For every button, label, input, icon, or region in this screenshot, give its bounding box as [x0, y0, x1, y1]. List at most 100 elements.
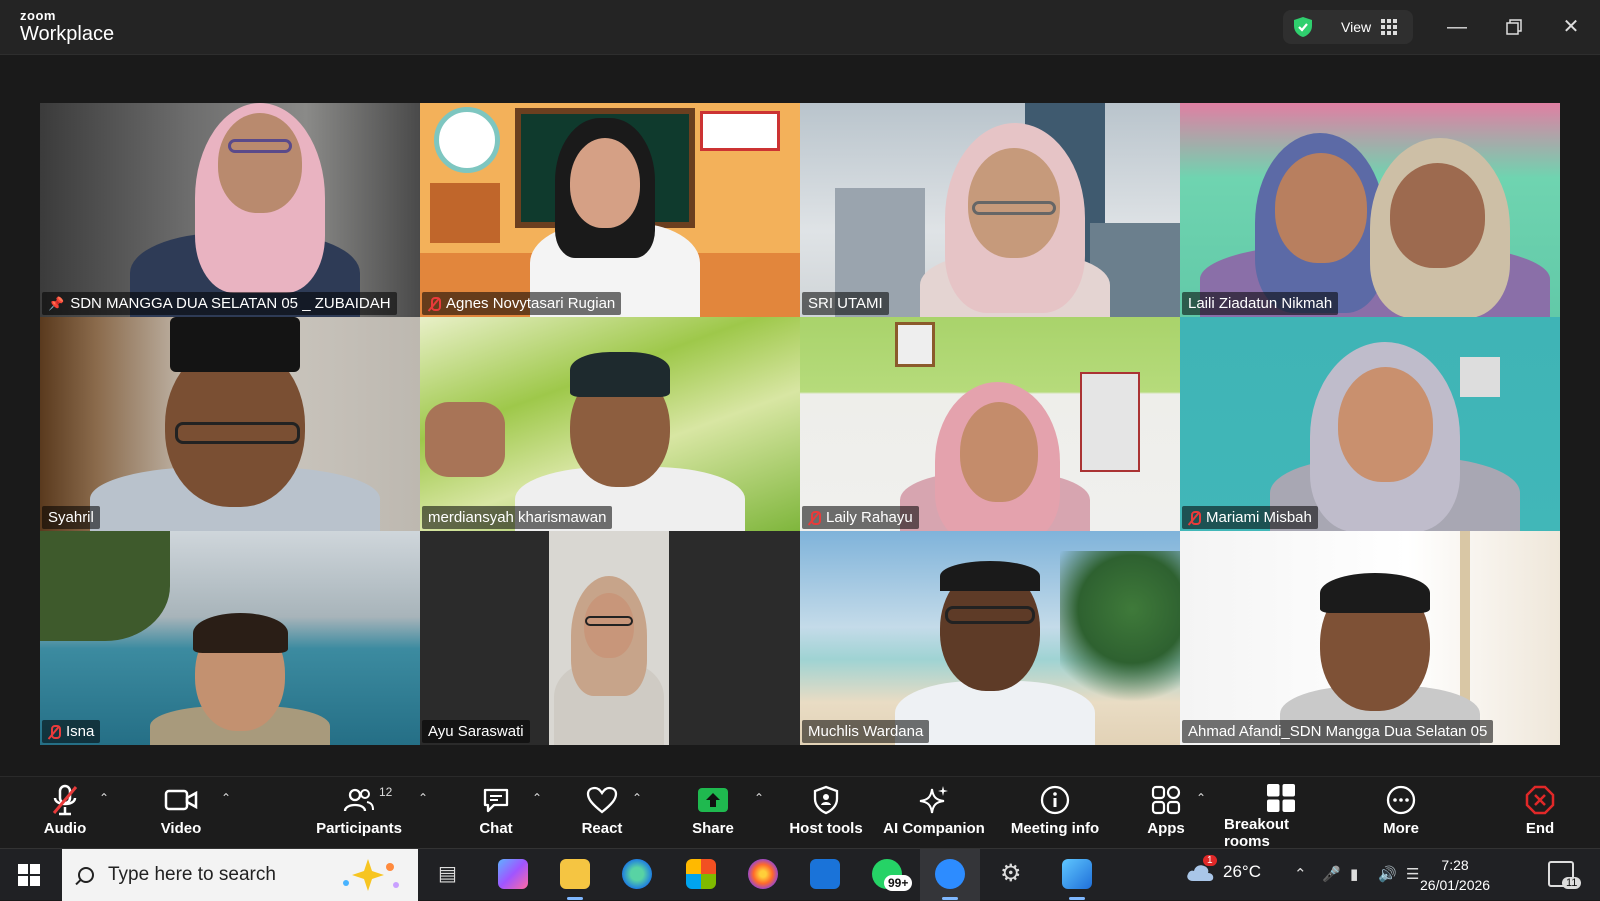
brand-small: zoom	[20, 8, 56, 23]
video-tile[interactable]: Muchlis Wardana	[800, 531, 1180, 745]
end-meeting-button[interactable]: End	[1520, 783, 1560, 845]
share-screen-icon	[697, 783, 729, 817]
react-button[interactable]: React	[578, 783, 626, 845]
wifi-icon[interactable]: ☰	[1406, 865, 1419, 883]
chat-options-caret[interactable]: ⌃	[532, 791, 542, 805]
microsoft-store-icon[interactable]	[686, 859, 716, 889]
windows-start-icon[interactable]	[18, 864, 40, 886]
clock-date: 26/01/2026	[1420, 877, 1491, 893]
share-button[interactable]: Share	[688, 783, 738, 845]
outlook-icon[interactable]	[810, 859, 840, 889]
restore-button[interactable]	[1499, 12, 1529, 42]
muted-mic-icon	[1188, 510, 1201, 525]
windows-taskbar: Type here to search ▤ 99+ ⚙ 1 26°C ⌃ 🎤 ▮…	[0, 848, 1600, 901]
system-clock[interactable]: 7:28 26/01/2026	[1420, 855, 1490, 895]
participants-button[interactable]: Participants	[310, 783, 408, 845]
audio-options-caret[interactable]: ⌃	[99, 791, 109, 805]
chevron-up-icon[interactable]: ⌃	[1294, 865, 1307, 883]
video-tile[interactable]: Isna	[40, 531, 420, 745]
microphone-icon[interactable]: 🎤	[1322, 865, 1341, 883]
copilot-icon[interactable]	[498, 859, 528, 889]
task-view-icon[interactable]: ▤	[438, 861, 457, 886]
video-options-caret[interactable]: ⌃	[221, 791, 231, 805]
react-label: React	[581, 820, 623, 837]
participant-name: Agnes Novytasari Rugian	[422, 292, 622, 315]
video-tile[interactable]: SRI UTAMI	[800, 103, 1180, 317]
participant-name: Muchlis Wardana	[802, 720, 930, 743]
photos-icon[interactable]	[1062, 859, 1092, 889]
participants-options-caret[interactable]: ⌃	[418, 791, 428, 805]
sparkle-icon	[919, 783, 949, 817]
video-tile[interactable]: Agnes Novytasari Rugian	[420, 103, 800, 317]
participant-name: 📌 SDN MANGGA DUA SELATAN 05 _ ZUBAIDAH	[42, 292, 397, 315]
video-tile[interactable]: Laily Rahayu	[800, 317, 1180, 531]
participant-name-text: Ahmad Afandi_SDN Mangga Dua Selatan 05	[1188, 723, 1488, 740]
shield-icon	[1294, 17, 1312, 37]
meeting-toolbar: Audio ⌃ Video ⌃ Participants 12 ⌃ Chat ⌃…	[0, 776, 1600, 850]
volume-icon[interactable]: 🔊	[1378, 865, 1397, 883]
weather-widget[interactable]: 1 26°C	[1185, 855, 1261, 883]
video-tile[interactable]: Mariami Misbah	[1180, 317, 1560, 531]
muted-mic-icon	[428, 296, 441, 311]
video-label: Video	[160, 820, 202, 837]
video-tile[interactable]: Laili Ziadatun Nikmah	[1180, 103, 1560, 317]
info-icon	[1040, 783, 1070, 817]
apps-button[interactable]: Apps	[1145, 783, 1187, 845]
pin-icon: 📌	[48, 295, 65, 311]
host-tools-label: Host tools	[789, 820, 863, 837]
video-tile[interactable]: Ayu Saraswati	[420, 531, 800, 745]
participant-name-text: Agnes Novytasari Rugian	[446, 295, 616, 312]
chat-button[interactable]: Chat	[470, 783, 522, 845]
participants-icon	[343, 783, 375, 817]
host-tools-button[interactable]: Host tools	[786, 783, 866, 845]
restore-icon	[1506, 19, 1522, 35]
video-tile[interactable]: 📌 SDN MANGGA DUA SELATAN 05 _ ZUBAIDAH	[40, 103, 420, 317]
close-button[interactable]: ✕	[1556, 12, 1586, 42]
video-tile[interactable]: merdiansyah kharismawan	[420, 317, 800, 531]
ai-companion-label: AI Companion	[883, 820, 985, 837]
view-button[interactable]: View	[1283, 10, 1413, 44]
whatsapp-badge: 99+	[884, 875, 913, 891]
weather-alert-badge: 1	[1203, 855, 1217, 866]
muted-mic-icon	[808, 510, 821, 525]
zoom-icon[interactable]	[935, 859, 965, 889]
end-icon	[1525, 783, 1555, 817]
firefox-icon[interactable]	[748, 859, 778, 889]
ai-companion-button[interactable]: AI Companion	[882, 783, 986, 845]
apps-options-caret[interactable]: ⌃	[1196, 791, 1206, 805]
participant-name: Syahril	[42, 506, 100, 529]
participant-name-text: Laili Ziadatun Nikmah	[1188, 295, 1333, 312]
minimize-button[interactable]: —	[1442, 12, 1472, 42]
video-tile[interactable]: Ahmad Afandi_SDN Mangga Dua Selatan 05	[1180, 531, 1560, 745]
clock-time: 7:28	[1441, 857, 1469, 873]
apps-icon	[1151, 783, 1181, 817]
more-label: More	[1383, 820, 1419, 837]
breakout-rooms-button[interactable]: Breakout rooms	[1224, 783, 1338, 850]
participant-name: Ayu Saraswati	[422, 720, 530, 743]
video-gallery: 📌 SDN MANGGA DUA SELATAN 05 _ ZUBAIDAH Ag…	[40, 103, 1560, 745]
more-button[interactable]: More	[1378, 783, 1424, 845]
settings-gear-icon[interactable]: ⚙	[1000, 859, 1022, 888]
participants-label: Participants	[316, 820, 402, 837]
search-placeholder: Type here to search	[108, 864, 276, 885]
react-options-caret[interactable]: ⌃	[632, 791, 642, 805]
title-bar: zoom Workplace View — ✕	[0, 0, 1600, 55]
brand-name: Workplace	[20, 23, 115, 45]
video-tile[interactable]: Syahril	[40, 317, 420, 531]
search-highlight-icon	[343, 859, 399, 891]
audio-button[interactable]: Audio	[38, 783, 92, 845]
edge-icon[interactable]	[622, 859, 652, 889]
meeting-info-label: Meeting info	[1010, 820, 1100, 837]
participant-name-text: Laily Rahayu	[826, 509, 913, 526]
participant-name-text: Mariami Misbah	[1206, 509, 1312, 526]
camera-icon	[164, 783, 198, 817]
participant-name: SRI UTAMI	[802, 292, 889, 315]
taskbar-search-box[interactable]: Type here to search	[62, 849, 418, 901]
video-button[interactable]: Video	[154, 783, 208, 845]
chat-label: Chat	[479, 820, 513, 837]
muted-mic-icon	[48, 724, 61, 739]
file-explorer-icon[interactable]	[560, 859, 590, 889]
share-options-caret[interactable]: ⌃	[754, 791, 764, 805]
meeting-info-button[interactable]: Meeting info	[1006, 783, 1104, 845]
battery-icon[interactable]: ▮	[1350, 865, 1358, 883]
